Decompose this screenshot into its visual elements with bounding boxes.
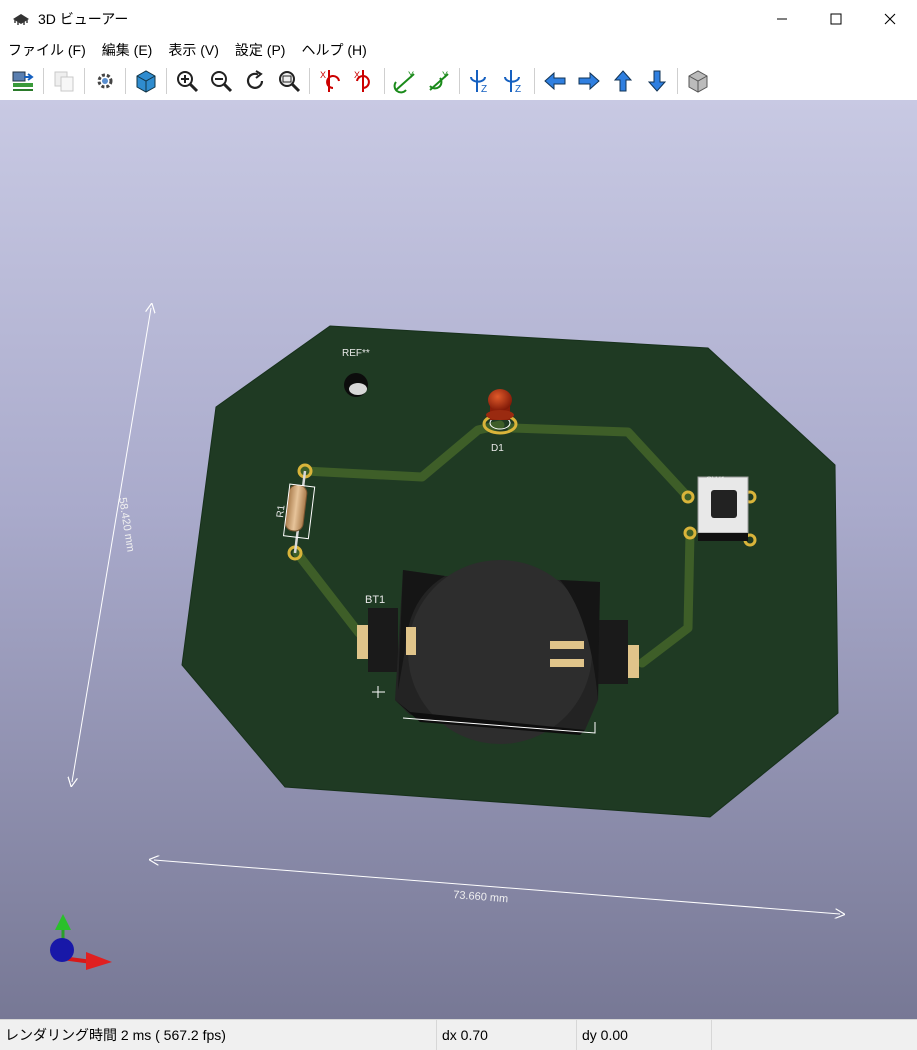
zoom-out-button[interactable] [206, 66, 236, 96]
ref-label: REF** [342, 348, 370, 359]
pan-down-button[interactable] [642, 66, 672, 96]
rotate-z-ccw-button[interactable]: Z [499, 66, 529, 96]
toolbar-separator [309, 68, 310, 94]
app-chip-icon [13, 14, 29, 25]
zoom-in-button[interactable] [172, 66, 202, 96]
close-button[interactable] [863, 0, 917, 38]
svg-text:X: X [320, 70, 326, 80]
minimize-icon [777, 18, 787, 20]
toolbar-separator [166, 68, 167, 94]
3d-viewport[interactable]: REF** D1 R1 SW1 BT1 58.420 mm 73.660 mm [0, 100, 917, 1019]
zoom-in-icon [177, 71, 199, 93]
toolbar-separator [384, 68, 385, 94]
minimize-button[interactable] [755, 0, 809, 38]
width-dimension-line [154, 860, 840, 914]
pan-left-icon [544, 71, 566, 91]
width-dimension-label: 73.660 mm [453, 889, 509, 905]
zoom-fit-icon [279, 71, 301, 93]
orthographic-icon [688, 70, 708, 93]
title-bar: 3D ビューアー [0, 0, 917, 38]
rotate-x-ccw-button[interactable]: X [349, 66, 379, 96]
rotate-y-cw-icon: Y [393, 70, 415, 94]
rotate-y-ccw-icon: Y [429, 70, 449, 91]
menu-preferences[interactable]: 設定 (P) [227, 38, 294, 62]
sw1-label: SW1 [706, 475, 726, 485]
rotate-z-ccw-icon: Z [504, 70, 521, 94]
redraw-icon [246, 70, 264, 89]
raytrace-cube-icon [136, 70, 156, 93]
menu-edit[interactable]: 編集 (E) [94, 38, 161, 62]
mounting-hole-highlight [349, 383, 367, 395]
toolbar-separator [677, 68, 678, 94]
pan-up-button[interactable] [608, 66, 638, 96]
rotate-y-ccw-button[interactable]: Y [424, 66, 454, 96]
raytrace-button[interactable] [131, 66, 161, 96]
orthographic-button[interactable] [683, 66, 713, 96]
settings-icon [97, 73, 113, 89]
dx-status: dx 0.70 [437, 1020, 577, 1050]
toolbar: X X Y Y Z Z [0, 62, 917, 100]
pan-right-icon [578, 71, 600, 91]
height-dimension-label: 58.420 mm [116, 497, 136, 553]
settings-button[interactable] [90, 66, 120, 96]
menu-view[interactable]: 表示 (V) [160, 38, 227, 62]
reload-board-icon [12, 71, 34, 91]
rotate-z-cw-button[interactable]: Z [465, 66, 495, 96]
rotate-x-cw-button[interactable]: X [315, 66, 345, 96]
maximize-button[interactable] [809, 0, 863, 38]
status-empty [712, 1020, 917, 1050]
toolbar-separator [84, 68, 85, 94]
toolbar-separator [125, 68, 126, 94]
maximize-icon [830, 13, 842, 25]
menu-bar: ファイル (F) 編集 (E) 表示 (V) 設定 (P) ヘルプ (H) [0, 38, 917, 62]
height-dimension-line [72, 308, 151, 782]
toolbar-separator [43, 68, 44, 94]
copy-image-button[interactable] [49, 66, 79, 96]
dy-status: dy 0.00 [577, 1020, 712, 1050]
toolbar-separator [459, 68, 460, 94]
redraw-button[interactable] [240, 66, 270, 96]
toolbar-separator [534, 68, 535, 94]
menu-help[interactable]: ヘルプ (H) [293, 38, 374, 62]
rotate-x-ccw-icon: X [354, 70, 370, 92]
rotate-z-cw-icon: Z [470, 70, 487, 94]
reload-board-button[interactable] [8, 66, 38, 96]
close-icon [884, 13, 896, 25]
pan-down-icon [647, 70, 667, 92]
axis-gizmo [50, 914, 112, 970]
r1-label: R1 [275, 504, 288, 518]
rotate-x-cw-icon: X [320, 70, 340, 92]
pan-right-button[interactable] [574, 66, 604, 96]
svg-text:Z: Z [515, 84, 521, 94]
d1-label: D1 [491, 443, 504, 454]
window-title: 3D ビューアー [38, 11, 129, 27]
rotate-y-cw-button[interactable]: Y [390, 66, 420, 96]
zoom-out-icon [211, 71, 233, 93]
pan-left-button[interactable] [540, 66, 570, 96]
menu-file[interactable]: ファイル (F) [0, 38, 94, 62]
pan-up-icon [613, 70, 633, 92]
copy-image-icon [54, 71, 74, 92]
bt1-label: BT1 [365, 594, 385, 606]
svg-text:Z: Z [481, 84, 487, 94]
status-bar: レンダリング時間 2 ms ( 567.2 fps) dx 0.70 dy 0.… [0, 1019, 917, 1050]
render-time-status: レンダリング時間 2 ms ( 567.2 fps) [0, 1020, 437, 1050]
zoom-fit-button[interactable] [274, 66, 304, 96]
